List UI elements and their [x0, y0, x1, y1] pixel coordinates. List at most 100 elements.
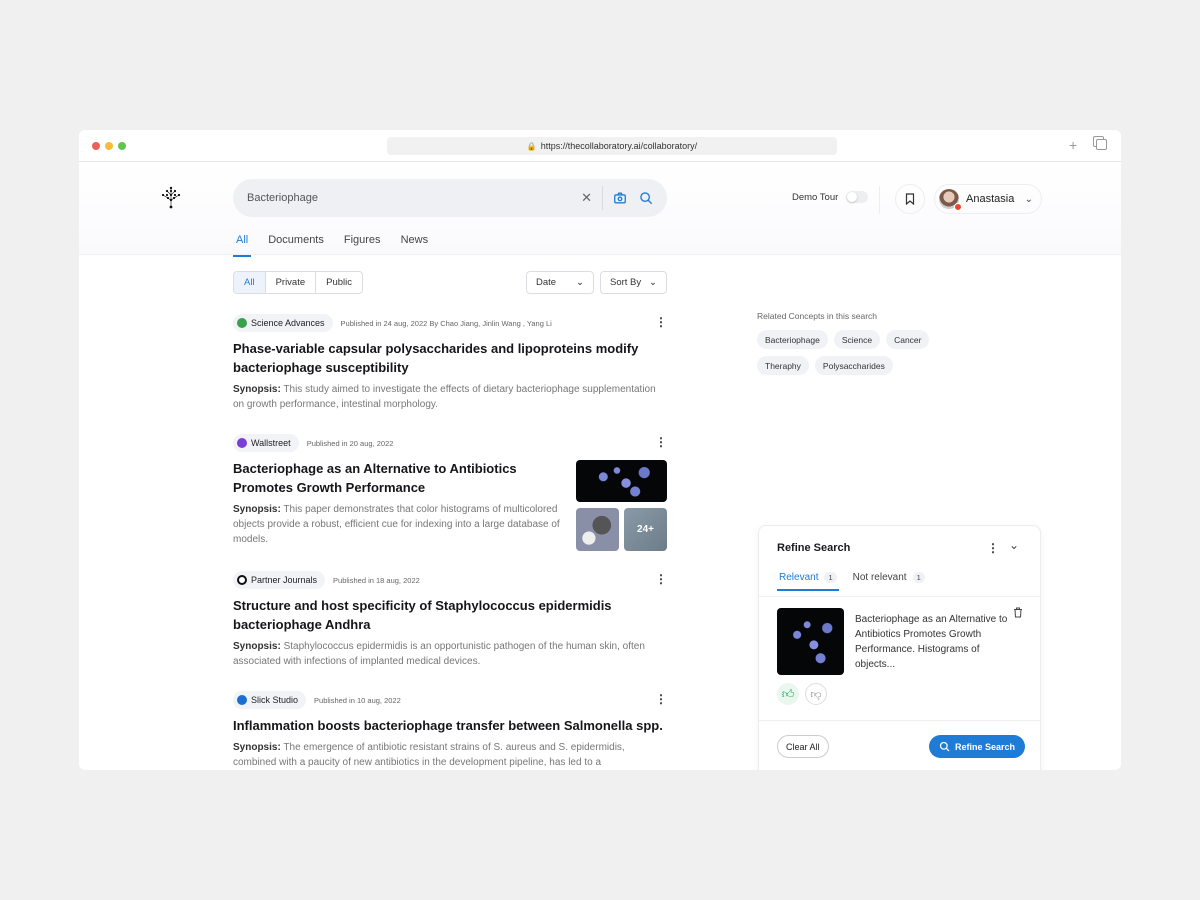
tab-label: Not relevant: [852, 572, 907, 583]
result-item[interactable]: Wallstreet Published in 20 aug, 2022 ⋮ Ba…: [233, 434, 667, 551]
user-menu-button[interactable]: Anastasia ⌄: [934, 184, 1042, 214]
filter-public[interactable]: Public: [316, 272, 362, 293]
bookmark-icon: [905, 193, 915, 205]
thumbs-up-icon: 👍︎: [781, 686, 795, 701]
avatar: [939, 189, 962, 211]
published-info: Published in 18 aug, 2022: [333, 575, 420, 585]
synopsis-label: Synopsis:: [233, 742, 281, 753]
chevron-down-icon: ⌄: [649, 277, 657, 288]
clear-search-icon[interactable]: ✕: [581, 190, 592, 206]
logo-icon: [161, 186, 181, 209]
divider: [879, 186, 880, 214]
thumbs-down-button[interactable]: 👎︎: [805, 683, 827, 705]
source-name: Partner Journals: [251, 575, 318, 585]
search-icon[interactable]: [639, 191, 653, 205]
result-title[interactable]: Structure and host specificity of Staphy…: [233, 596, 667, 634]
source-icon: [237, 318, 247, 328]
result-synopsis: Synopsis: Staphylococcus epidermidis is …: [233, 639, 667, 669]
source-name: Wallstreet: [251, 438, 291, 448]
date-label: Date: [536, 277, 557, 288]
more-options-icon[interactable]: ⋮: [655, 693, 667, 705]
figure-thumbnail[interactable]: [576, 460, 667, 502]
refine-search-panel: Refine Search ⋮ ⌄ Relevant 1 Not relevant…: [758, 525, 1041, 770]
source-icon: [237, 695, 247, 705]
result-item[interactable]: Partner Journals Published in 18 aug, 202…: [233, 571, 667, 669]
result-synopsis: Synopsis: This paper demonstrates that c…: [233, 502, 563, 547]
synopsis-text: This study aimed to investigate the effe…: [233, 384, 656, 410]
tabs-overview-icon[interactable]: [1096, 139, 1107, 150]
result-item[interactable]: Slick Studio Published in 10 aug, 2022 ⋮ …: [233, 691, 667, 770]
thumbs-up-button[interactable]: 👍︎: [777, 683, 799, 705]
published-info: Published in 10 aug, 2022: [314, 695, 401, 705]
panel-title: Refine Search: [777, 542, 851, 554]
tab-relevant[interactable]: Relevant 1: [777, 570, 839, 591]
result-item[interactable]: Science Advances Published in 24 aug, 202…: [233, 314, 667, 412]
more-options-icon[interactable]: ⋮: [655, 573, 667, 585]
demo-tour-toggle[interactable]: [846, 191, 869, 203]
sort-dropdown[interactable]: Sort By ⌄: [600, 271, 667, 294]
trash-icon[interactable]: [1013, 607, 1023, 618]
source-name: Slick Studio: [251, 695, 299, 705]
result-title[interactable]: Bacteriophage as an Alternative to Antib…: [233, 459, 563, 497]
source-name: Science Advances: [251, 318, 325, 328]
related-concepts-label: Related Concepts in this search: [757, 311, 878, 321]
clear-all-button[interactable]: Clear All: [777, 735, 829, 758]
concept-chip[interactable]: Cancer: [886, 330, 930, 349]
address-bar[interactable]: 🔒 https://thecollaboratory.ai/collaborat…: [387, 137, 837, 155]
more-figures-button[interactable]: 24+: [624, 508, 667, 551]
demo-tour-label: Demo Tour: [792, 191, 839, 203]
source-badge[interactable]: Slick Studio: [233, 691, 307, 709]
more-options-icon[interactable]: ⋮: [655, 436, 667, 448]
figure-thumbnail[interactable]: [576, 508, 619, 551]
concept-chip[interactable]: Polysaccharides: [814, 356, 893, 375]
new-tab-icon[interactable]: +: [1069, 138, 1077, 152]
source-icon: [237, 438, 247, 448]
synopsis-text: Staphylococcus epidermidis is an opportu…: [233, 641, 645, 667]
result-title[interactable]: Phase-variable capsular polysaccharides …: [233, 339, 667, 377]
sort-label: Sort By: [610, 277, 642, 288]
synopsis-text: The emergence of antibiotic resistant st…: [233, 742, 625, 768]
source-badge[interactable]: Science Advances: [233, 314, 333, 332]
browser-window: 🔒 https://thecollaboratory.ai/collaborat…: [79, 130, 1121, 770]
result-title[interactable]: Inflammation boosts bacteriophage transf…: [233, 716, 667, 735]
source-badge[interactable]: Partner Journals: [233, 571, 326, 589]
relevant-item-text: Bacteriophage as an Alternative to Antib…: [855, 614, 1008, 670]
refine-search-button[interactable]: Refine Search: [929, 735, 1026, 758]
filter-private[interactable]: Private: [266, 272, 317, 293]
more-options-icon[interactable]: ⋮: [987, 541, 999, 555]
source-badge[interactable]: Wallstreet: [233, 434, 299, 452]
item-thumbnail: [777, 608, 844, 675]
tab-all[interactable]: All: [233, 226, 252, 257]
more-options-icon[interactable]: ⋮: [655, 316, 667, 328]
url-text: https://thecollaboratory.ai/collaborator…: [540, 141, 698, 151]
tab-figures[interactable]: Figures: [341, 226, 384, 257]
result-type-tabs: All Documents Figures News: [233, 226, 431, 257]
bookmarks-button[interactable]: [895, 184, 925, 214]
source-icon: [237, 575, 247, 585]
concept-chip[interactable]: Bacteriophage: [757, 330, 828, 349]
lock-icon: 🔒: [526, 141, 537, 151]
concept-chip[interactable]: Theraphy: [757, 356, 809, 375]
search-bar[interactable]: Bacteriophage ✕: [233, 179, 667, 217]
tab-not-relevant[interactable]: Not relevant 1: [851, 570, 927, 591]
collapse-chevron-icon[interactable]: ⌄: [1009, 538, 1019, 552]
thumbs-down-icon: 👎︎: [810, 688, 822, 701]
maximize-window-button[interactable]: [118, 142, 126, 150]
filter-all[interactable]: All: [234, 272, 266, 293]
tab-news[interactable]: News: [398, 226, 432, 257]
minimize-window-button[interactable]: [105, 142, 113, 150]
tab-label: Relevant: [779, 572, 819, 583]
close-window-button[interactable]: [92, 142, 100, 150]
divider: [759, 720, 1040, 721]
divider: [602, 186, 603, 210]
tab-documents[interactable]: Documents: [265, 226, 327, 257]
related-concepts: Bacteriophage Science Cancer Theraphy Po…: [757, 330, 977, 375]
concept-chip[interactable]: Science: [833, 330, 881, 349]
visibility-filter: All Private Public: [233, 271, 364, 294]
search-input[interactable]: Bacteriophage: [247, 192, 581, 204]
camera-icon[interactable]: [613, 191, 627, 205]
published-info: Published in 24 aug, 2022 By Chao Jiang,…: [340, 318, 552, 328]
date-dropdown[interactable]: Date ⌄: [526, 271, 594, 294]
count-badge: 1: [912, 572, 925, 583]
divider: [759, 596, 1040, 597]
